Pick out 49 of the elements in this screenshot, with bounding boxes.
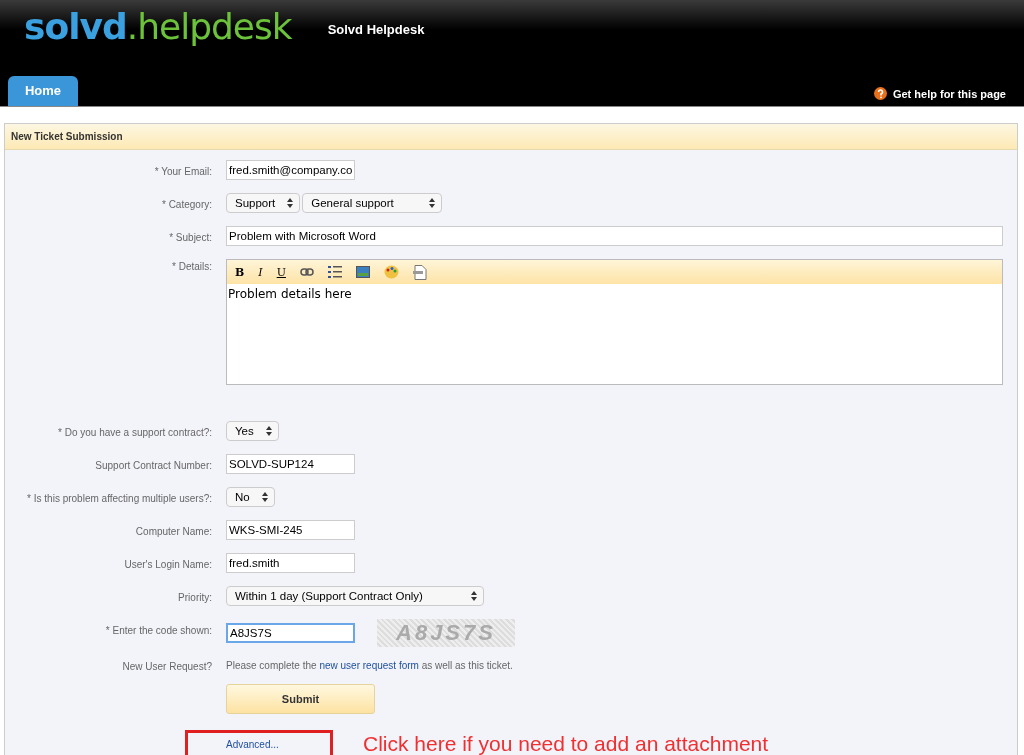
editor-text: Problem details here xyxy=(228,287,352,301)
field-label: * Your Email: xyxy=(153,165,212,177)
field-label: * Category: xyxy=(160,198,212,210)
text-field[interactable]: Problem with Microsoft Word xyxy=(226,226,1003,246)
text-field[interactable]: A8JS7S xyxy=(226,623,355,643)
field-label: Computer Name: xyxy=(134,525,212,537)
field-label: * Enter the code shown: xyxy=(104,624,212,636)
dropdown-arrows-icon xyxy=(429,198,436,208)
dropdown-arrows-icon xyxy=(287,198,294,208)
panel-title: New Ticket Submission xyxy=(5,124,1017,150)
palette-icon[interactable] xyxy=(383,265,399,279)
site-title: Solvd Helpdesk xyxy=(327,22,425,37)
new-user-link[interactable]: new user request form xyxy=(319,660,419,671)
field-label: Priority: xyxy=(177,591,212,603)
help-link[interactable]: Get help for this page xyxy=(892,87,1006,100)
list-icon[interactable] xyxy=(327,266,342,278)
text-field[interactable]: fred.smith xyxy=(226,553,355,573)
link-icon[interactable] xyxy=(299,268,314,276)
text-field[interactable]: SOLVD-SUP124 xyxy=(226,454,355,474)
help-icon xyxy=(873,87,887,100)
text-field[interactable]: fred.smith@company.co xyxy=(226,160,355,180)
dropdown-arrows-icon xyxy=(261,492,268,502)
dropdown[interactable]: Yes xyxy=(226,421,279,441)
dropdown[interactable]: Support xyxy=(226,193,301,213)
text-field[interactable]: WKS-SMI-245 xyxy=(226,520,355,540)
field-label: User's Login Name: xyxy=(123,558,212,570)
dropdown[interactable]: General support xyxy=(302,193,443,213)
format-button[interactable]: U xyxy=(276,265,286,279)
dropdown[interactable]: No xyxy=(226,487,275,507)
document-icon[interactable] xyxy=(412,264,427,280)
field-label: New User Request? xyxy=(121,660,212,672)
field-label: * Details: xyxy=(171,260,212,272)
field-label: Support Contract Number: xyxy=(94,459,212,471)
logo[interactable]: solvd.helpdesk xyxy=(24,6,292,47)
advanced-link[interactable]: Advanced... xyxy=(226,738,279,750)
submit-button[interactable]: Submit xyxy=(226,684,375,714)
format-button[interactable]: B xyxy=(235,265,245,279)
field-label: * Is this problem affecting multiple users?: xyxy=(26,492,212,504)
dropdown-arrows-icon xyxy=(265,426,272,436)
note-text: Please complete the new user request form as well as this ticket. xyxy=(226,659,513,671)
annotation-text: Click here if you need to add an attachment xyxy=(363,732,769,755)
rich-text-editor[interactable]: B I U Problem details here xyxy=(226,259,1003,385)
field-label: * Subject: xyxy=(168,231,212,243)
dropdown[interactable]: Within 1 day (Support Contract Only) xyxy=(226,586,484,606)
field-label: * Do you have a support contract?: xyxy=(57,426,212,438)
captcha-image: A8JS7S xyxy=(377,619,515,647)
dropdown-arrows-icon xyxy=(471,591,477,601)
image-icon[interactable] xyxy=(355,266,370,278)
format-button[interactable]: I xyxy=(258,265,263,279)
